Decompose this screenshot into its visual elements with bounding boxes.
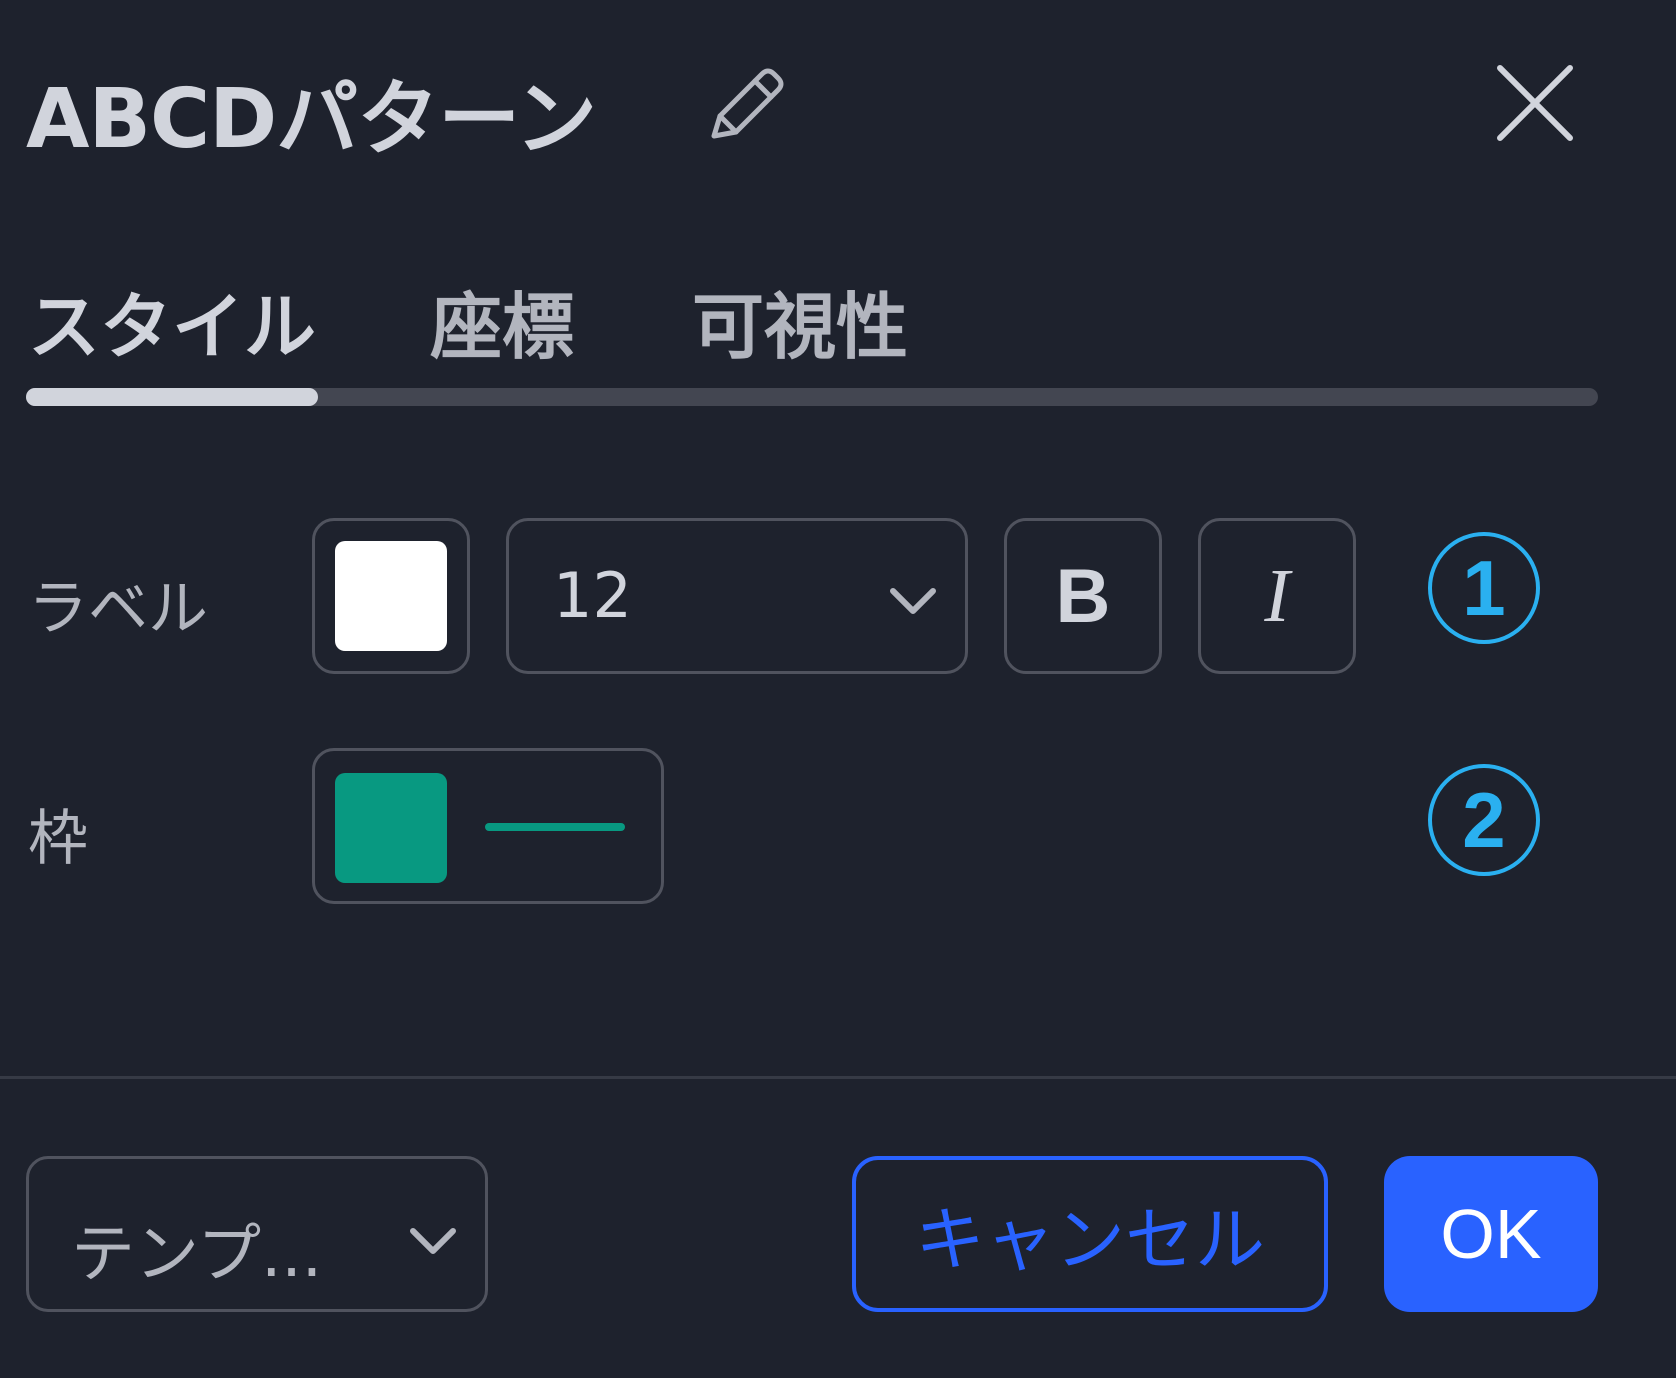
dialog-title: ABCDパターン	[26, 72, 597, 167]
pencil-icon	[711, 68, 784, 139]
label-color-picker[interactable]	[312, 518, 470, 674]
active-tab-indicator	[26, 388, 318, 406]
label-row-label: ラベル	[28, 574, 208, 644]
chevron-down-icon	[410, 1228, 456, 1254]
template-label: テンプ...	[71, 1218, 323, 1292]
border-style-picker[interactable]	[312, 748, 664, 904]
label-color-swatch	[335, 541, 447, 651]
border-line-preview	[485, 823, 625, 831]
bold-label: B	[1055, 553, 1111, 639]
cancel-button[interactable]: キャンセル	[852, 1156, 1328, 1312]
tab-style[interactable]: スタイル	[28, 268, 316, 373]
chevron-down-icon	[890, 588, 936, 614]
rename-button[interactable]	[700, 58, 790, 148]
close-button[interactable]	[1490, 58, 1580, 148]
template-select[interactable]: テンプ...	[26, 1156, 488, 1312]
tab-track	[26, 388, 1598, 406]
bold-toggle-button[interactable]: B	[1004, 518, 1162, 674]
annotation-marker-2: 2	[1428, 764, 1540, 876]
tab-visibility[interactable]: 可視性	[692, 268, 908, 373]
drawing-settings-dialog: ABCDパターン スタイル 座標 可視性 ラベル 12 B I 1 枠 2 テン…	[0, 0, 1676, 1378]
annotation-marker-1: 1	[1428, 532, 1540, 644]
font-size-value: 12	[553, 559, 632, 632]
italic-label: I	[1264, 553, 1290, 638]
font-size-select[interactable]: 12	[506, 518, 968, 674]
border-row-label: 枠	[28, 804, 88, 874]
border-color-swatch	[335, 773, 447, 883]
italic-toggle-button[interactable]: I	[1198, 518, 1356, 674]
close-icon	[1497, 65, 1573, 141]
footer-divider	[0, 1076, 1676, 1079]
tab-coordinates[interactable]: 座標	[430, 268, 574, 373]
ok-button[interactable]: OK	[1384, 1156, 1598, 1312]
